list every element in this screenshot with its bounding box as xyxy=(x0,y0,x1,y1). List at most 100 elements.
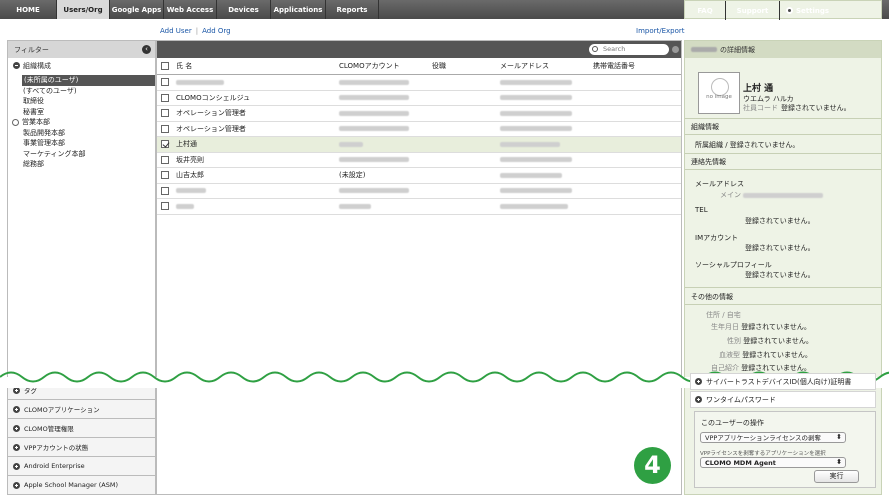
row-checkbox-checked[interactable] xyxy=(161,140,169,149)
table-row[interactable]: オペレーション管理者 xyxy=(157,106,681,122)
row-checkbox[interactable] xyxy=(161,124,169,133)
header-name[interactable]: 氏 名 xyxy=(175,61,339,71)
row-checkbox[interactable] xyxy=(161,202,169,211)
search-icon xyxy=(592,46,598,52)
filter-section-clomo-perm[interactable]: CLOMO管理権限 xyxy=(8,418,155,437)
filter-section-vpp[interactable]: VPPアカウントの状態 xyxy=(8,437,155,456)
blurred-email xyxy=(500,110,572,116)
select-all-checkbox[interactable] xyxy=(161,62,169,70)
table-row[interactable]: 山吉太郎 (未設定) xyxy=(157,168,681,184)
execute-button[interactable]: 実行 xyxy=(814,470,859,483)
filter-section-asm[interactable]: Apple School Manager (ASM) xyxy=(8,475,155,494)
tab-applications[interactable]: Applications xyxy=(271,0,326,19)
table-row[interactable] xyxy=(157,184,681,199)
tree-item-product[interactable]: 製品開発本部 xyxy=(8,128,155,139)
collapse-icon[interactable]: ‹ xyxy=(142,45,151,54)
operation-select[interactable]: VPPアプリケーションライセンスの剥奪 xyxy=(700,432,846,443)
table-row[interactable]: 坂井亮則 xyxy=(157,153,681,168)
import-export-link[interactable]: Import/Export xyxy=(636,27,685,35)
birthday-value: 登録されていません。 xyxy=(741,323,811,331)
tab-web-access[interactable]: Web Access xyxy=(164,0,217,19)
row-checkbox[interactable] xyxy=(161,155,169,164)
blurred-name xyxy=(176,79,224,85)
plus-icon xyxy=(13,481,20,489)
add-user-link[interactable]: Add User xyxy=(160,27,192,35)
org-section-header[interactable]: 組織構成 xyxy=(8,58,155,73)
tree-item-general[interactable]: 総務部 xyxy=(8,159,155,170)
divider xyxy=(685,118,881,119)
row-checkbox[interactable] xyxy=(161,109,169,118)
detail-title: の詳細情報 xyxy=(720,45,755,54)
tree-item-unassigned[interactable]: (未所属のユーザ) xyxy=(22,75,155,86)
settings-link[interactable]: Settings xyxy=(779,1,835,20)
filter-section-android[interactable]: Android Enterprise xyxy=(8,456,155,475)
row-checkbox[interactable] xyxy=(161,186,169,195)
divider xyxy=(685,169,881,170)
blurred-user-name xyxy=(691,47,717,52)
clear-icon[interactable] xyxy=(672,46,679,53)
birthday-row: 生年月日 登録されていません。 xyxy=(711,322,811,332)
row-name: オペレーション管理者 xyxy=(176,124,246,133)
tree-item-sales-label: 営業本部 xyxy=(22,118,50,126)
row-name: 山吉太郎 xyxy=(176,171,204,180)
blood-value: 登録されていません。 xyxy=(742,351,812,359)
employee-code: 社員コード 登録されていません。 xyxy=(743,103,851,113)
add-org-link[interactable]: Add Org xyxy=(202,27,231,35)
row-checkbox[interactable] xyxy=(161,171,169,180)
table-row[interactable]: オペレーション管理者 xyxy=(157,122,681,137)
tree-item-sales[interactable]: 営業本部 xyxy=(8,117,155,128)
blurred-name xyxy=(176,188,206,194)
header-phone[interactable]: 携帯電話番号 xyxy=(593,61,673,71)
divider xyxy=(685,287,881,288)
tree-item-secretary[interactable]: 秘書室 xyxy=(8,107,155,118)
tree-item-board[interactable]: 取締役 xyxy=(8,96,155,107)
im-value: 登録されていません。 xyxy=(745,244,815,252)
action-links: Add User | Add Org xyxy=(160,27,231,35)
tab-users-org[interactable]: Users/Org xyxy=(57,0,110,19)
step-number-badge: 4 xyxy=(634,447,671,484)
row-checkbox[interactable] xyxy=(161,78,169,87)
cybertrust-section[interactable]: サイバートラストデバイスID(個人向け)証明書 xyxy=(690,373,876,390)
tab-reports[interactable]: Reports xyxy=(326,0,379,19)
faq-link[interactable]: FAQ xyxy=(685,1,725,20)
blood-label: 血液型 xyxy=(719,351,740,359)
tree-item-marketing[interactable]: マーケティング本部 xyxy=(8,149,155,160)
table-row[interactable]: CLOMOコンシェルジュ xyxy=(157,91,681,106)
expand-icon[interactable] xyxy=(12,118,19,126)
tab-google-apps[interactable]: Google Apps xyxy=(110,0,164,19)
header-email[interactable]: メールアドレス xyxy=(500,61,593,71)
tel-value: 登録されていません。 xyxy=(745,217,815,225)
tree-item-business[interactable]: 事業管理本部 xyxy=(8,138,155,149)
minus-icon xyxy=(13,62,20,69)
tree-item-all[interactable]: (すべてのユーザ) xyxy=(8,86,155,97)
search-input[interactable]: Search xyxy=(589,44,679,55)
row-checkbox[interactable] xyxy=(161,93,169,102)
otp-section[interactable]: ワンタイムパスワード xyxy=(690,391,876,408)
filter-header: フィルター ‹ xyxy=(8,41,155,58)
employee-code-label: 社員コード xyxy=(743,104,778,112)
tab-home[interactable]: HOME xyxy=(0,0,57,19)
blurred-email xyxy=(500,95,572,101)
address-label: 住所 / 自宅 xyxy=(706,311,741,319)
blurred-email xyxy=(500,203,568,209)
app-select[interactable]: CLOMO MDM Agent xyxy=(700,457,846,468)
gender-row: 性別 登録されていません。 xyxy=(727,336,813,346)
header-title[interactable]: 役職 xyxy=(432,61,500,71)
user-operations-title: このユーザーの操作 xyxy=(701,419,764,427)
tab-devices[interactable]: Devices xyxy=(217,0,271,19)
section-label: VPPアカウントの状態 xyxy=(24,444,89,452)
contact-heading: 連絡先情報 xyxy=(691,158,726,166)
table-row-selected[interactable]: 上村通 xyxy=(157,137,681,153)
gender-label: 性別 xyxy=(727,337,741,345)
blurred-account xyxy=(339,95,409,101)
blurred-email xyxy=(500,172,562,178)
org-header-label: 組織構成 xyxy=(23,61,51,70)
operation-note: VPPライセンスを剥奪するアプリケーションを選択 xyxy=(700,451,826,457)
table-row[interactable] xyxy=(157,75,681,91)
support-link[interactable]: Support xyxy=(725,1,779,20)
header-account[interactable]: CLOMOアカウント xyxy=(339,61,432,71)
table-row[interactable] xyxy=(157,199,681,215)
detail-header: の詳細情報 xyxy=(685,41,881,58)
filter-section-clomo-apps[interactable]: CLOMOアプリケーション xyxy=(8,399,155,418)
row-name: 坂井亮則 xyxy=(176,155,204,164)
